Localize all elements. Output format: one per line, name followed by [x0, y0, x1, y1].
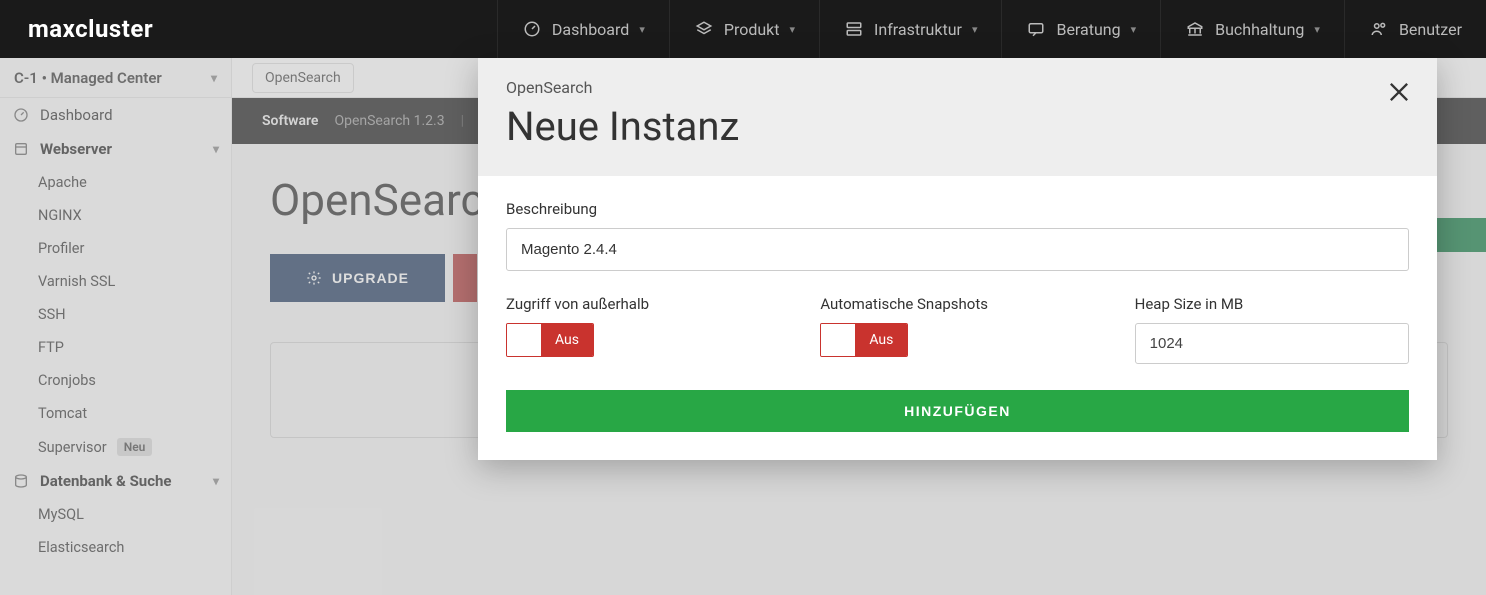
- web-icon: [12, 140, 30, 158]
- sidebar-item-label: Apache: [38, 174, 87, 191]
- close-button[interactable]: [1385, 78, 1415, 108]
- toggle-state-label: Aus: [541, 324, 593, 356]
- subbar-software-label: Software: [262, 113, 318, 129]
- sidebar-header[interactable]: C-1 • Managed Center ▾: [0, 58, 231, 98]
- description-input[interactable]: [506, 228, 1409, 271]
- sidebar-item-label: Dashboard: [40, 106, 113, 124]
- sidebar-item-tomcat[interactable]: Tomcat: [0, 397, 231, 430]
- chevron-down-icon: ▾: [790, 23, 796, 36]
- gauge-icon: [522, 19, 542, 39]
- gauge-icon: [12, 106, 30, 124]
- brand-logo: maxcluster: [0, 15, 181, 43]
- modal-new-instance: OpenSearch Neue Instanz Beschreibung Zug…: [478, 58, 1437, 460]
- sidebar-item-label: Varnish SSL: [38, 273, 115, 290]
- sidebar-item-label: Cronjobs: [38, 372, 96, 389]
- database-icon: [12, 472, 30, 490]
- sidebar-item-label: Datenbank & Suche: [40, 472, 172, 490]
- chevron-down-icon: ▾: [972, 23, 978, 36]
- users-icon: [1369, 19, 1389, 39]
- sidebar-item-elasticsearch[interactable]: Elasticsearch: [0, 531, 231, 564]
- sidebar-item-label: Elasticsearch: [38, 539, 124, 556]
- nav-benutzer[interactable]: Benutzer: [1344, 0, 1486, 58]
- chevron-down-icon: ▾: [211, 71, 217, 85]
- sidebar-item-varnish[interactable]: Varnish SSL: [0, 265, 231, 298]
- modal-tag: OpenSearch: [506, 78, 1409, 97]
- chevron-down-icon: ▾: [1314, 23, 1320, 36]
- nav-label: Beratung: [1056, 20, 1120, 39]
- toggle-state-label: Aus: [855, 324, 907, 356]
- nav-beratung[interactable]: Beratung ▾: [1001, 0, 1160, 58]
- nav-buchhaltung[interactable]: Buchhaltung ▾: [1160, 0, 1344, 58]
- divider: |: [461, 113, 464, 129]
- nav-label: Buchhaltung: [1215, 20, 1304, 39]
- sidebar-item-label: Supervisor: [38, 439, 107, 456]
- sidebar-item-cronjobs[interactable]: Cronjobs: [0, 364, 231, 397]
- sidebar-item-apache[interactable]: Apache: [0, 166, 231, 199]
- modal-body: Beschreibung Zugriff von außerhalb Aus A…: [478, 176, 1437, 380]
- nav-label: Benutzer: [1399, 20, 1462, 39]
- nav-produkt[interactable]: Produkt ▾: [669, 0, 819, 58]
- sidebar-item-label: SSH: [38, 306, 66, 323]
- chevron-down-icon: ▾: [213, 142, 219, 156]
- sidebar-item-dashboard[interactable]: Dashboard: [0, 98, 231, 132]
- nav-dashboard[interactable]: Dashboard ▾: [497, 0, 669, 58]
- nav-label: Produkt: [724, 20, 780, 39]
- sidebar-item-ftp[interactable]: FTP: [0, 331, 231, 364]
- subbar-version-label: OpenSearch 1.2.3: [334, 113, 444, 129]
- stack-icon: [694, 19, 714, 39]
- snapshot-toggle[interactable]: Aus: [820, 323, 908, 357]
- top-nav: maxcluster Dashboard ▾ Produkt ▾ Infrast…: [0, 0, 1486, 58]
- nav-label: Dashboard: [552, 20, 629, 39]
- sidebar-item-label: Profiler: [38, 240, 84, 257]
- sidebar: C-1 • Managed Center ▾ Dashboard Webserv…: [0, 58, 232, 595]
- sidebar-item-label: FTP: [38, 339, 64, 356]
- bank-icon: [1185, 19, 1205, 39]
- sidebar-item-nginx[interactable]: NGINX: [0, 199, 231, 232]
- nav-infrastruktur[interactable]: Infrastruktur ▾: [819, 0, 1001, 58]
- gear-icon: [306, 270, 322, 286]
- new-badge: Neu: [117, 438, 153, 456]
- breadcrumb-item[interactable]: OpenSearch: [252, 63, 354, 93]
- modal-footer: HINZUFÜGEN: [478, 380, 1437, 460]
- sidebar-item-label: MySQL: [38, 506, 84, 523]
- snapshot-label: Automatische Snapshots: [820, 295, 1094, 313]
- heap-label: Heap Size in MB: [1135, 295, 1409, 313]
- topnav-items: Dashboard ▾ Produkt ▾ Infrastruktur ▾ Be…: [497, 0, 1486, 58]
- sidebar-item-supervisor[interactable]: Supervisor Neu: [0, 430, 231, 464]
- toggle-knob: [821, 324, 855, 356]
- access-toggle[interactable]: Aus: [506, 323, 594, 357]
- chat-icon: [1026, 19, 1046, 39]
- sidebar-item-label: NGINX: [38, 207, 82, 224]
- sidebar-category-db[interactable]: Datenbank & Suche ▾: [0, 464, 231, 498]
- access-label: Zugriff von außerhalb: [506, 295, 780, 313]
- upgrade-button[interactable]: UPGRADE: [270, 254, 445, 302]
- sidebar-item-profiler[interactable]: Profiler: [0, 232, 231, 265]
- action-button[interactable]: [453, 254, 477, 302]
- modal-header: OpenSearch Neue Instanz: [478, 58, 1437, 176]
- chevron-down-icon: ▾: [1131, 23, 1137, 36]
- sidebar-item-ssh[interactable]: SSH: [0, 298, 231, 331]
- modal-title: Neue Instanz: [506, 103, 1409, 150]
- nav-label: Infrastruktur: [874, 20, 962, 39]
- chevron-down-icon: ▾: [639, 23, 645, 36]
- chevron-down-icon: ▾: [213, 474, 219, 488]
- server-icon: [844, 19, 864, 39]
- add-button[interactable]: HINZUFÜGEN: [506, 390, 1409, 432]
- sidebar-header-label: C-1 • Managed Center: [14, 69, 162, 87]
- sidebar-item-label: Tomcat: [38, 405, 87, 422]
- sidebar-item-mysql[interactable]: MySQL: [0, 498, 231, 531]
- sidebar-item-label: Webserver: [40, 140, 112, 158]
- upgrade-label: UPGRADE: [332, 270, 409, 286]
- heap-input[interactable]: [1135, 323, 1409, 364]
- sidebar-category-webserver[interactable]: Webserver ▾: [0, 132, 231, 166]
- toggle-knob: [507, 324, 541, 356]
- description-label: Beschreibung: [506, 200, 1409, 218]
